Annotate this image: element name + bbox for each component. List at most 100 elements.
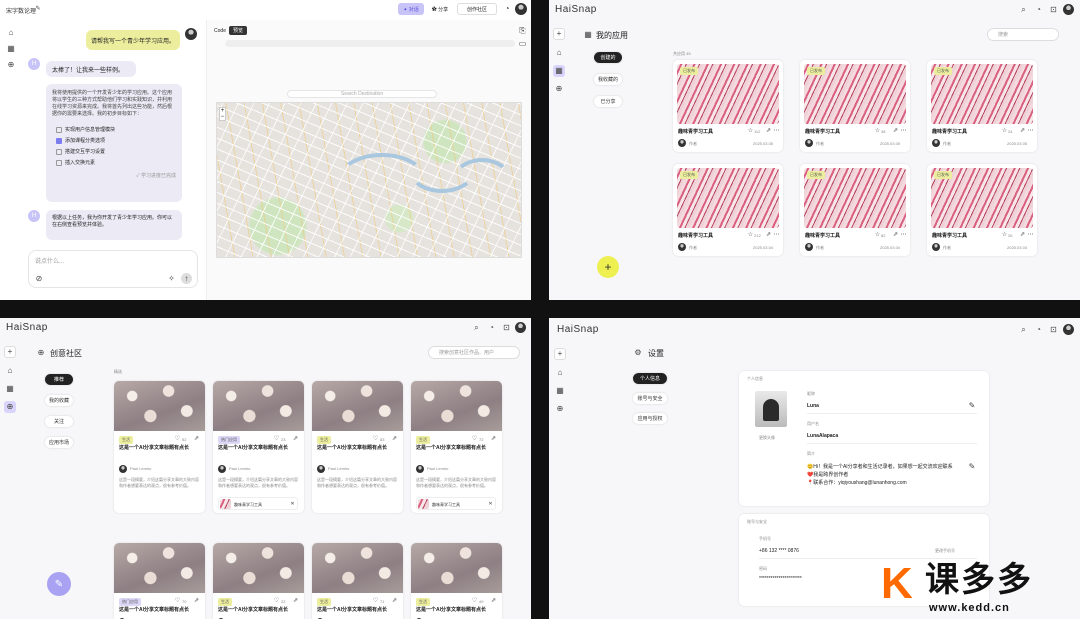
search-icon[interactable]: ⌕ [1019, 325, 1028, 334]
new-icon[interactable]: + [4, 346, 16, 358]
heart-icon[interactable]: ♡ [174, 435, 181, 442]
search-input[interactable]: 搜索 [987, 28, 1059, 41]
logo[interactable]: HaiSnap [555, 4, 597, 15]
post-card[interactable]: 热门应用 ♡ 23 ⇗ 这是一个AI分享文章标题有点长 Paul Lemiro 这是一段摘要… [213, 381, 304, 513]
home-icon[interactable]: ⌂ [6, 28, 16, 38]
share-icon[interactable]: ⇗ [193, 435, 200, 442]
more-icon[interactable]: ⋯ [773, 231, 780, 238]
nav-item[interactable]: 个人信息 [633, 373, 667, 384]
chat-mode-button[interactable]: ✦ 对话 [398, 3, 424, 15]
more-icon[interactable]: ⋯ [1027, 127, 1034, 134]
map-view[interactable]: + − [216, 102, 522, 258]
new-icon[interactable]: + [553, 28, 565, 40]
nav-item[interactable]: 推荐 [45, 374, 73, 385]
bell-icon[interactable]: ◔ [487, 323, 496, 332]
edit-bio-icon[interactable]: ✎ [968, 463, 976, 471]
apps-icon[interactable]: ▦ [5, 384, 15, 394]
share-icon[interactable]: ⇗ [892, 231, 899, 238]
heart-icon[interactable]: ♡ [372, 435, 379, 442]
url-bar[interactable] [225, 40, 515, 47]
search-icon[interactable]: ⌕ [472, 323, 481, 332]
send-icon[interactable]: ↑ [181, 273, 192, 284]
heart-icon[interactable]: ♡ [471, 435, 478, 442]
globe-icon[interactable]: ⊕ [6, 60, 16, 70]
user-avatar[interactable] [515, 322, 526, 333]
change-phone-link[interactable]: 更改手机号 [935, 548, 955, 554]
share-icon[interactable]: ⇗ [765, 231, 772, 238]
bell-icon[interactable]: ◔ [502, 4, 512, 14]
linked-app[interactable]: 趣味青学习工具 ✕ [416, 497, 496, 510]
nav-item[interactable]: 我的收藏 [45, 395, 73, 406]
post-card[interactable]: 生活♡22⇗这是一个AI分享文章标题有点长Paul Lemiro [213, 543, 304, 619]
star-icon[interactable]: ☆ [747, 127, 754, 134]
map-search-input[interactable]: Search Destination [287, 90, 437, 98]
nav-item[interactable]: 已分享 [594, 96, 622, 107]
share-icon[interactable]: ⇗ [1019, 231, 1026, 238]
user-avatar[interactable] [1063, 324, 1074, 335]
star-icon[interactable]: ☆ [874, 127, 881, 134]
search-icon[interactable]: ⌕ [1019, 5, 1028, 14]
post-card[interactable]: 热门应用♡70⇗这是一个AI分享文章标题有点长Paul Lemiro [114, 543, 205, 619]
app-card[interactable]: 已发布 趣味青学习工具 ☆ 24 ⇗ ⋯ 作者 2025.03.05 [927, 60, 1037, 152]
app-card[interactable]: 已发布 趣味青学习工具 ☆ 26 ⇗ ⋯ 作者 2025.03.03 [927, 164, 1037, 256]
new-icon[interactable]: + [554, 348, 566, 360]
app-card[interactable]: 已发布 趣味青学习工具 ☆ 112 ⇗ ⋯ 作者 2025.03.05 [673, 60, 783, 152]
checkbox-icon[interactable] [56, 148, 62, 155]
bell-icon[interactable]: ◔ [1034, 5, 1043, 14]
chat-input-box[interactable]: 说点什么... ⊘ ✧ ↑ [28, 250, 198, 288]
home-icon[interactable]: ⌂ [554, 48, 564, 58]
apps-icon[interactable]: ▦ [553, 65, 565, 77]
post-card[interactable]: 生活 ♡ 83 ⇗ 这是一个AI分享文章标题有点长 Paul Lemiro 这是一段摘要，介… [312, 381, 403, 513]
create-app-button[interactable]: + [597, 256, 619, 278]
linked-app[interactable]: 趣味青学习工具 ✕ [218, 497, 298, 510]
share-icon[interactable]: ⇗ [193, 597, 200, 604]
checkbox-icon[interactable] [56, 126, 62, 133]
share-icon[interactable]: ⇗ [1019, 127, 1026, 134]
more-icon[interactable]: ⋯ [900, 231, 907, 238]
star-icon[interactable]: ☆ [874, 231, 881, 238]
apps-icon[interactable]: ▦ [6, 44, 16, 54]
task-item[interactable]: 添加课程分类选项 [56, 137, 176, 144]
zoom-controls[interactable]: + − [219, 107, 226, 121]
nav-item[interactable]: 创建的 [594, 52, 622, 63]
attachment-icon[interactable]: ⊘ [35, 275, 43, 283]
more-icon[interactable]: ⋯ [900, 127, 907, 134]
heart-icon[interactable]: ♡ [372, 597, 379, 604]
nav-item[interactable]: 应用市场 [45, 437, 73, 448]
task-item[interactable]: 插入交换元素 [56, 159, 176, 166]
share-icon[interactable]: ⇗ [391, 597, 398, 604]
more-icon[interactable]: ⋯ [773, 127, 780, 134]
star-icon[interactable]: ☆ [747, 231, 754, 238]
heart-icon[interactable]: ♡ [273, 435, 280, 442]
star-icon[interactable]: ☆ [1001, 127, 1008, 134]
globe-icon[interactable]: ⊕ [554, 84, 564, 94]
home-icon[interactable]: ⌂ [555, 368, 565, 378]
magic-icon[interactable]: ✧ [167, 274, 176, 283]
post-card[interactable]: 生活♡49⇗这是一个AI分享文章标题有点长Paul Lemiro [411, 543, 502, 619]
more-icon[interactable]: ⋯ [1027, 231, 1034, 238]
close-icon[interactable]: ✕ [289, 501, 296, 508]
change-avatar-link[interactable]: 更换头像 [759, 435, 775, 441]
share-icon[interactable]: ⇗ [391, 435, 398, 442]
app-card[interactable]: 已发布 趣味青学习工具 ☆ 212 ⇗ ⋯ 作者 2025.03.04 [673, 164, 783, 256]
gift-icon[interactable]: ⊡ [1049, 325, 1058, 334]
nav-item[interactable]: 我收藏的 [594, 74, 622, 85]
share-icon[interactable]: ⇗ [765, 127, 772, 134]
compose-icon[interactable]: ✎ [47, 572, 71, 596]
post-card[interactable]: 生活 ♡ 72 ⇗ 这是一个AI分享文章标题有点长 Paul Lemiro 这是一段摘要，介… [411, 381, 502, 513]
share-button[interactable]: ✿ 分享 [428, 3, 452, 15]
share-icon[interactable]: ⇗ [292, 435, 299, 442]
globe-icon[interactable]: ⊕ [555, 404, 565, 414]
checkbox-icon[interactable] [56, 137, 62, 144]
edit-name-icon[interactable]: ✎ [968, 402, 976, 410]
chat-input[interactable]: 说点什么... [35, 256, 64, 265]
tab-code[interactable]: Code [213, 26, 227, 35]
edit-icon[interactable]: ✎ [34, 5, 42, 13]
search-input[interactable]: 搜索创意社区作品、用户 [428, 346, 520, 359]
post-card[interactable]: 生活 ♡ 52 ⇗ 这是一个AI分享文章标题有点长 Paul Lemiro 这是一段摘要，介… [114, 381, 205, 513]
gift-icon[interactable]: ⊡ [1049, 5, 1058, 14]
task-item[interactable]: 搭建交互学习设置 [56, 148, 176, 155]
close-icon[interactable]: ✕ [487, 501, 494, 508]
user-avatar[interactable] [1063, 4, 1074, 15]
apps-icon[interactable]: ▦ [555, 386, 565, 396]
